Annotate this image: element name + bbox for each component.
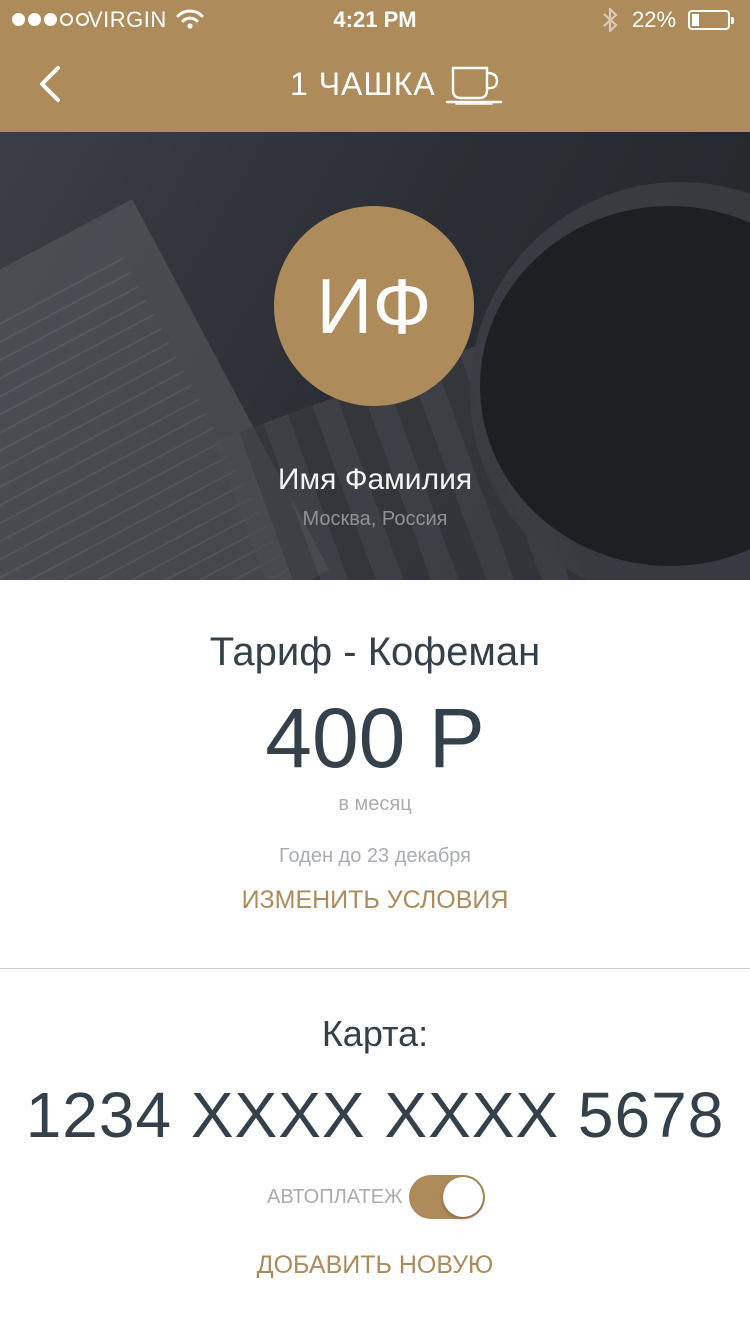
page-title: 1 ЧАШКА xyxy=(290,66,436,102)
toggle-knob xyxy=(443,1177,483,1217)
tariff-period: в месяц xyxy=(338,793,412,815)
card-label: Карта: xyxy=(321,1013,429,1054)
section-divider xyxy=(0,968,750,969)
battery-icon xyxy=(688,10,734,30)
coffee-cup-icon xyxy=(445,66,503,105)
battery-fill xyxy=(692,14,699,26)
change-terms-link[interactable]: ИЗМЕНИТЬ УСЛОВИЯ xyxy=(0,886,750,915)
battery-percent: 22% xyxy=(632,7,677,32)
user-name: Имя Фамилия xyxy=(277,463,473,496)
tariff-price: 400 Р xyxy=(265,691,485,785)
user-location: Москва, Россия xyxy=(302,508,448,530)
autopay-toggle[interactable] xyxy=(409,1175,485,1219)
bluetooth-icon xyxy=(603,7,618,33)
status-bar: VIRGIN 4:21 PM 22% xyxy=(0,0,750,40)
navigation-bar: 1 ЧАШКА xyxy=(0,40,750,132)
card-number: 1234 XXXX XXXX 5678 xyxy=(25,1079,725,1151)
tariff-title: Тариф - Кофеман xyxy=(209,630,541,674)
autopay-label: АВТОПЛАТЕЖ xyxy=(267,1186,403,1208)
add-card-link[interactable]: ДОБАВИТЬ НОВУЮ xyxy=(0,1251,750,1280)
chevron-left-icon[interactable] xyxy=(36,64,66,104)
tariff-valid-until: Годен до 23 декабря xyxy=(278,845,471,867)
avatar[interactable]: ИФ xyxy=(274,206,474,406)
top-bar: VIRGIN 4:21 PM 22% 1 ЧАШКА xyxy=(0,0,750,132)
profile-header: ИФ Имя Фамилия Москва, Россия xyxy=(0,132,750,580)
